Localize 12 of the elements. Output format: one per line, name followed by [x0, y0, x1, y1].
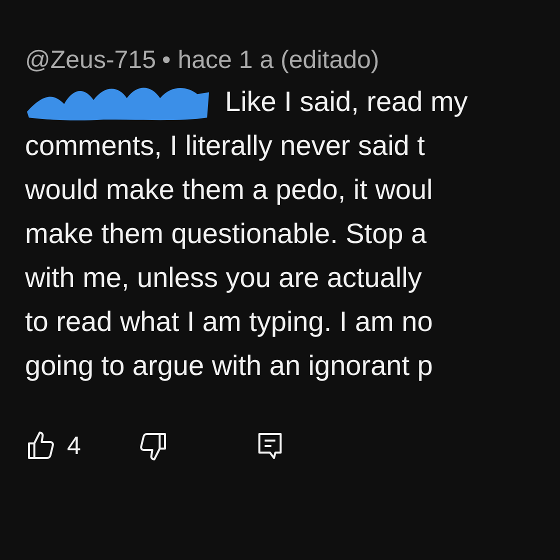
comment-text-line: Like I said, read my	[225, 86, 468, 118]
like-count: 4	[67, 432, 81, 460]
comment-text-line: would make them a pedo, it woul	[25, 174, 433, 206]
comment-text-line: going to argue with an ignorant p	[25, 350, 433, 382]
comment-text-line: with me, unless you are actually	[25, 262, 422, 294]
comment-text-line: make them questionable. Stop a	[25, 218, 427, 250]
thumbs-up-icon	[25, 430, 57, 462]
comment-text-line: comments, I literally never said t	[25, 130, 425, 162]
comment-meta: • hace 1 a (editado)	[162, 46, 380, 74]
like-button[interactable]	[25, 430, 57, 462]
comment-text-line: to read what I am typing. I am no	[25, 306, 433, 338]
author-name[interactable]: @Zeus-715	[25, 46, 156, 74]
